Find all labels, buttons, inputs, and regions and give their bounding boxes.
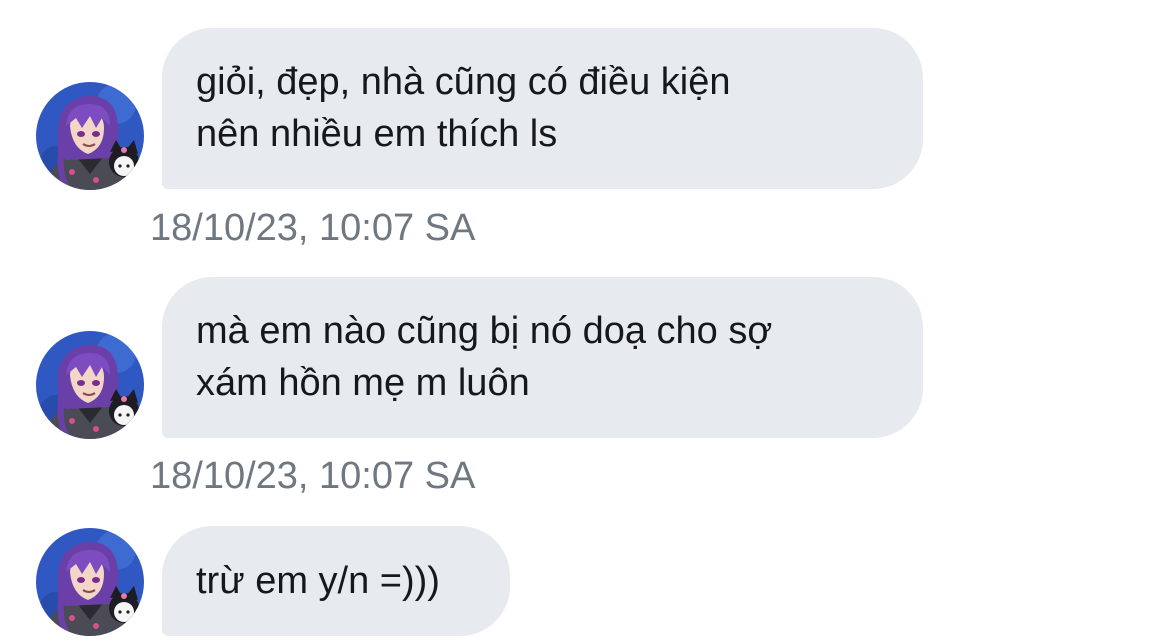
message-timestamp: 18/10/23, 10:07 SA bbox=[150, 207, 476, 249]
message-bubble[interactable]: trừ em y/n =))) bbox=[162, 526, 510, 636]
avatar-image-icon bbox=[36, 331, 144, 439]
message-bubble[interactable]: giỏi, đẹp, nhà cũng có điều kiện nên nhi… bbox=[162, 28, 923, 189]
message-text-line: mà em nào cũng bị nó doạ cho sợ bbox=[196, 310, 773, 352]
message-text-line: giỏi, đẹp, nhà cũng có điều kiện bbox=[196, 61, 731, 103]
message-bubble[interactable]: mà em nào cũng bị nó doạ cho sợ xám hồn … bbox=[162, 277, 923, 438]
message-text-line: nên nhiều em thích ls bbox=[196, 113, 558, 155]
avatar-image-icon bbox=[36, 528, 144, 636]
avatar-image-icon bbox=[36, 82, 144, 190]
sender-avatar[interactable] bbox=[36, 82, 144, 190]
sender-avatar[interactable] bbox=[36, 331, 144, 439]
sender-avatar[interactable] bbox=[36, 528, 144, 636]
chat-thread: giỏi, đẹp, nhà cũng có điều kiện nên nhi… bbox=[0, 0, 1170, 644]
message-text-line: trừ em y/n =))) bbox=[196, 560, 440, 602]
message-timestamp: 18/10/23, 10:07 SA bbox=[150, 455, 476, 497]
message-text-line: xám hồn mẹ m luôn bbox=[196, 362, 530, 404]
